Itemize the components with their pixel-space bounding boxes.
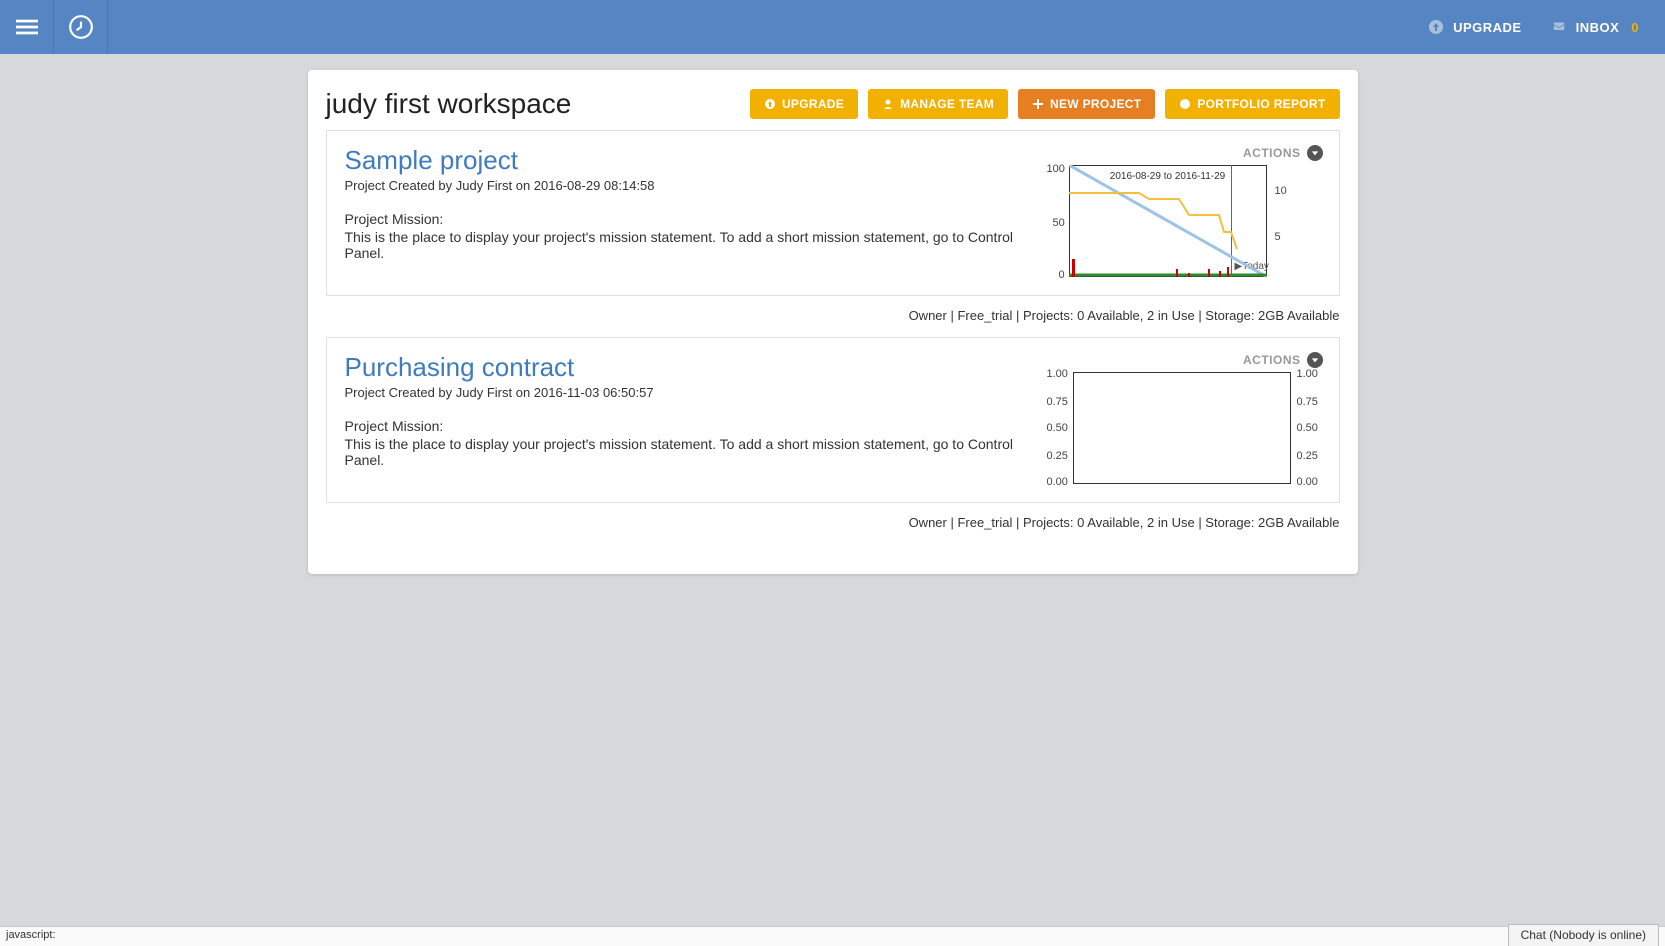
portfolio-report-label: PORTFOLIO REPORT — [1197, 97, 1325, 111]
manage-team-button[interactable]: MANAGE TEAM — [868, 89, 1008, 119]
project-side: ACTIONS 2016-08-29 to 2016-11-29 100 50 … — [1023, 145, 1323, 281]
topbar-left — [0, 0, 108, 54]
axis-tick: 1.00 — [1297, 368, 1318, 380]
axis-tick: 1.00 — [1047, 368, 1068, 380]
statusbar: javascript: — [0, 926, 1665, 946]
workspace-header: judy first workspace UPGRADE MANAGE TEAM… — [308, 70, 1358, 130]
upgrade-icon — [1427, 18, 1445, 36]
axis-tick: 10 — [1275, 185, 1287, 197]
caret-down-icon — [1307, 145, 1323, 161]
axis-tick: 0.50 — [1047, 422, 1068, 434]
plus-icon — [1032, 98, 1044, 110]
axis-tick: 0.25 — [1297, 450, 1318, 462]
project-card: Sample project Project Created by Judy F… — [326, 130, 1340, 296]
burndown-chart: 1.00 0.75 0.50 0.25 0.00 1.00 0.75 0.50 … — [1043, 372, 1323, 488]
project-info: Sample project Project Created by Judy F… — [345, 145, 1023, 281]
portfolio-report-button[interactable]: PORTFOLIO REPORT — [1165, 89, 1339, 119]
topbar: UPGRADE INBOX 0 — [0, 0, 1665, 54]
project-side: ACTIONS 1.00 0.75 0.50 0.25 0.00 1.00 0.… — [1023, 352, 1323, 488]
project-footer: Owner | Free_trial | Projects: 0 Availab… — [308, 304, 1358, 337]
app-logo[interactable] — [54, 0, 108, 54]
mission-text: This is the place to display your projec… — [345, 229, 1023, 261]
inbox-icon — [1550, 18, 1568, 36]
axis-tick: 5 — [1275, 231, 1281, 243]
actions-button[interactable]: ACTIONS — [1243, 145, 1323, 161]
chart-svg — [1069, 165, 1267, 277]
axis-tick: 0.25 — [1047, 450, 1068, 462]
mission-label: Project Mission: — [345, 211, 1023, 227]
new-project-button[interactable]: NEW PROJECT — [1018, 89, 1155, 119]
axis-tick: 0.50 — [1297, 422, 1318, 434]
upgrade-label: UPGRADE — [1453, 20, 1522, 35]
manage-team-label: MANAGE TEAM — [900, 97, 994, 111]
actions-label: ACTIONS — [1243, 353, 1301, 367]
project-created: Project Created by Judy First on 2016-08… — [345, 178, 1023, 193]
upgrade-button[interactable]: UPGRADE — [750, 89, 858, 119]
actions-button[interactable]: ACTIONS — [1243, 352, 1323, 368]
menu-button[interactable] — [0, 0, 54, 54]
axis-tick: 0.75 — [1047, 396, 1068, 408]
status-left: javascript: — [6, 929, 56, 944]
mission-text: This is the place to display your projec… — [345, 436, 1023, 468]
axis-tick: 0.75 — [1297, 396, 1318, 408]
inbox-link[interactable]: INBOX 0 — [1550, 18, 1639, 36]
inbox-count: 0 — [1631, 20, 1639, 35]
axis-tick: 0.00 — [1047, 476, 1068, 488]
report-icon — [1179, 98, 1191, 110]
project-footer: Owner | Free_trial | Projects: 0 Availab… — [308, 511, 1358, 544]
arrow-up-icon — [764, 98, 776, 110]
hamburger-icon — [16, 16, 38, 38]
upgrade-link[interactable]: UPGRADE — [1427, 18, 1522, 36]
chat-tab[interactable]: Chat (Nobody is online) — [1508, 924, 1659, 946]
workspace-title: judy first workspace — [326, 88, 572, 120]
topbar-right: UPGRADE INBOX 0 — [1427, 18, 1655, 36]
project-info: Purchasing contract Project Created by J… — [345, 352, 1023, 488]
axis-tick: 100 — [1047, 163, 1065, 175]
project-title-link[interactable]: Purchasing contract — [345, 352, 1023, 383]
inbox-label: INBOX — [1576, 20, 1620, 35]
main-panel: judy first workspace UPGRADE MANAGE TEAM… — [308, 70, 1358, 574]
project-title-link[interactable]: Sample project — [345, 145, 1023, 176]
new-project-label: NEW PROJECT — [1050, 97, 1141, 111]
clock-icon — [68, 14, 94, 40]
mission-label: Project Mission: — [345, 418, 1023, 434]
actions-label: ACTIONS — [1243, 146, 1301, 160]
project-created: Project Created by Judy First on 2016-11… — [345, 385, 1023, 400]
team-icon — [882, 98, 894, 110]
project-card: Purchasing contract Project Created by J… — [326, 337, 1340, 503]
caret-down-icon — [1307, 352, 1323, 368]
axis-tick: 0 — [1059, 269, 1065, 281]
upgrade-button-label: UPGRADE — [782, 97, 844, 111]
axis-tick: 0.00 — [1297, 476, 1318, 488]
axis-tick: 50 — [1053, 217, 1065, 229]
burndown-chart: 2016-08-29 to 2016-11-29 100 50 0 10 5 ▶… — [1043, 165, 1323, 281]
workspace-buttons: UPGRADE MANAGE TEAM NEW PROJECT PORTFOLI… — [750, 89, 1340, 119]
